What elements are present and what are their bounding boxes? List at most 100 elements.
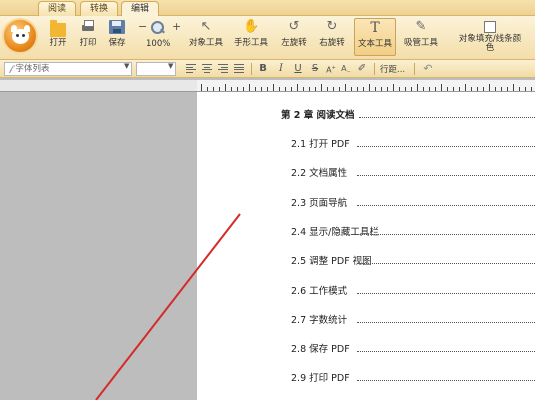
print-label: 打印	[79, 38, 97, 48]
ruler-tick	[285, 87, 286, 91]
open-label: 打开	[49, 38, 67, 48]
ruler-tick	[501, 87, 502, 91]
app-logo-button[interactable]	[2, 18, 38, 54]
ruler-tick	[345, 84, 346, 91]
printer-icon	[80, 20, 96, 34]
ruler-tick	[525, 87, 526, 91]
rotate-left-label: 左旋转	[281, 38, 307, 48]
italic-icon[interactable]: I	[275, 62, 287, 76]
toc-leader	[357, 233, 535, 235]
ruler-tick	[297, 84, 298, 91]
bold-icon[interactable]: B	[257, 62, 269, 76]
ruler-tick	[207, 87, 208, 91]
chevron-down-icon: ▼	[124, 62, 130, 70]
app-logo-icon	[11, 25, 30, 44]
tab-convert[interactable]: 转换	[80, 1, 118, 16]
line-spacing-select[interactable]: 行距...	[380, 63, 405, 75]
align-justify-icon[interactable]	[234, 64, 244, 73]
chapter-title: 第 2 章 阅读文档	[281, 110, 355, 121]
zoom-out-button[interactable]: −	[138, 20, 147, 33]
toc-leader	[357, 292, 535, 294]
align-left-icon[interactable]	[186, 64, 196, 73]
ribbon-tab-strip: 阅读 转换 编辑	[0, 0, 535, 16]
ruler-tick	[291, 87, 292, 91]
tab-read[interactable]: 阅读	[38, 1, 76, 16]
toc-leader	[357, 146, 535, 147]
eyedropper-button[interactable]: ✎ 吸管工具	[400, 18, 442, 56]
ruler-tick	[303, 87, 304, 91]
tab-edit[interactable]: 编辑	[121, 1, 159, 16]
fill-square-icon	[484, 21, 496, 33]
ruler-tick	[489, 84, 490, 91]
ruler-tick	[249, 84, 250, 91]
ruler-tick	[435, 87, 436, 91]
save-button[interactable]: 保存	[103, 18, 131, 56]
ruler-tick	[411, 87, 412, 91]
toc-leader	[357, 380, 535, 382]
ruler-tick	[315, 87, 316, 91]
subscript-icon[interactable]: A−	[340, 62, 352, 76]
align-center-icon[interactable]	[202, 64, 212, 73]
object-fill-label-cont: 色	[485, 43, 495, 53]
ruler-tick	[321, 84, 322, 91]
rotate-right-label: 右旋转	[319, 38, 345, 48]
ruler-tick	[255, 87, 256, 91]
save-label: 保存	[108, 38, 126, 48]
font-family-placeholder: 字体列表	[15, 64, 50, 74]
ruler-tick	[333, 87, 334, 91]
toc-entry[interactable]: 2.3 页面导航	[291, 195, 347, 209]
toc-entry[interactable]: 2.9 打印 PDF	[291, 370, 350, 384]
undo-icon[interactable]: ↶	[422, 62, 434, 76]
ruler-tick	[279, 87, 280, 91]
ruler-tick	[471, 87, 472, 91]
text-tool-button[interactable]: T 文本工具	[354, 18, 396, 56]
zoom-in-button[interactable]: +	[172, 20, 181, 33]
toc-entry[interactable]: 2.1 打开 PDF	[291, 136, 350, 150]
text-tool-label: 文本工具	[357, 39, 392, 49]
ruler-tick	[351, 87, 352, 91]
ruler-tick	[441, 84, 442, 91]
toc-entry[interactable]: 2.4 显示/隐藏工具栏	[291, 224, 379, 238]
superscript-icon[interactable]: A+	[325, 62, 337, 76]
ruler-tick	[225, 84, 226, 91]
strikethrough-icon[interactable]: S	[309, 62, 321, 76]
ruler-tick	[405, 87, 406, 91]
ruler-tick	[447, 87, 448, 91]
ruler-tick	[519, 87, 520, 91]
highlight-icon[interactable]: ✐	[356, 62, 368, 76]
ruler-tick	[369, 84, 370, 91]
toc-leader	[359, 117, 535, 118]
print-button[interactable]: 打印	[74, 18, 102, 56]
ruler-tick	[477, 87, 478, 91]
object-tool-button[interactable]: ↖ 对象工具	[187, 18, 225, 56]
ruler-tick	[459, 87, 460, 91]
ribbon-toolbar: 打开 打印 保存 − + 100% ↖ 对象工具 ✋ 手形工具 ↺ 左旋转 ↻ …	[0, 16, 535, 60]
rotate-right-button[interactable]: ↻ 右旋转	[316, 18, 348, 56]
ruler-tick	[381, 87, 382, 91]
toc-entry[interactable]: 2.6 工作模式	[291, 283, 347, 297]
open-button[interactable]: 打开	[44, 18, 72, 56]
hand-tool-label: 手形工具	[233, 38, 268, 48]
toc-leader	[357, 321, 535, 323]
folder-icon	[50, 20, 66, 37]
toc-entry[interactable]: 2.7 字数统计	[291, 312, 347, 326]
ruler-tick	[417, 84, 418, 91]
ruler-tick	[327, 87, 328, 91]
object-fill-color-button[interactable]: 对象填充/线条颜 色	[447, 18, 533, 56]
hand-tool-button[interactable]: ✋ 手形工具	[231, 18, 271, 56]
font-family-select[interactable]: 𝒻 字体列表	[4, 62, 132, 76]
toc-entry[interactable]: 2.8 保存 PDF	[291, 341, 350, 355]
eyedropper-icon: ✎	[415, 19, 427, 34]
align-right-icon[interactable]	[218, 64, 228, 73]
underline-icon[interactable]: U	[292, 62, 304, 76]
toc-entry[interactable]: 2.2 文档属性	[291, 165, 347, 179]
ruler-tick	[429, 87, 430, 91]
ruler-tick	[513, 84, 514, 91]
zoom-level[interactable]: 100%	[146, 39, 170, 49]
rotate-left-button[interactable]: ↺ 左旋转	[278, 18, 310, 56]
toc-entry[interactable]: 2.5 调整 PDF 视图	[291, 253, 372, 267]
ruler-tick	[339, 87, 340, 91]
rotate-left-icon: ↺	[288, 19, 300, 34]
zoom-controls: − +	[138, 20, 188, 36]
zoom-magnifier-icon[interactable]	[150, 21, 166, 35]
